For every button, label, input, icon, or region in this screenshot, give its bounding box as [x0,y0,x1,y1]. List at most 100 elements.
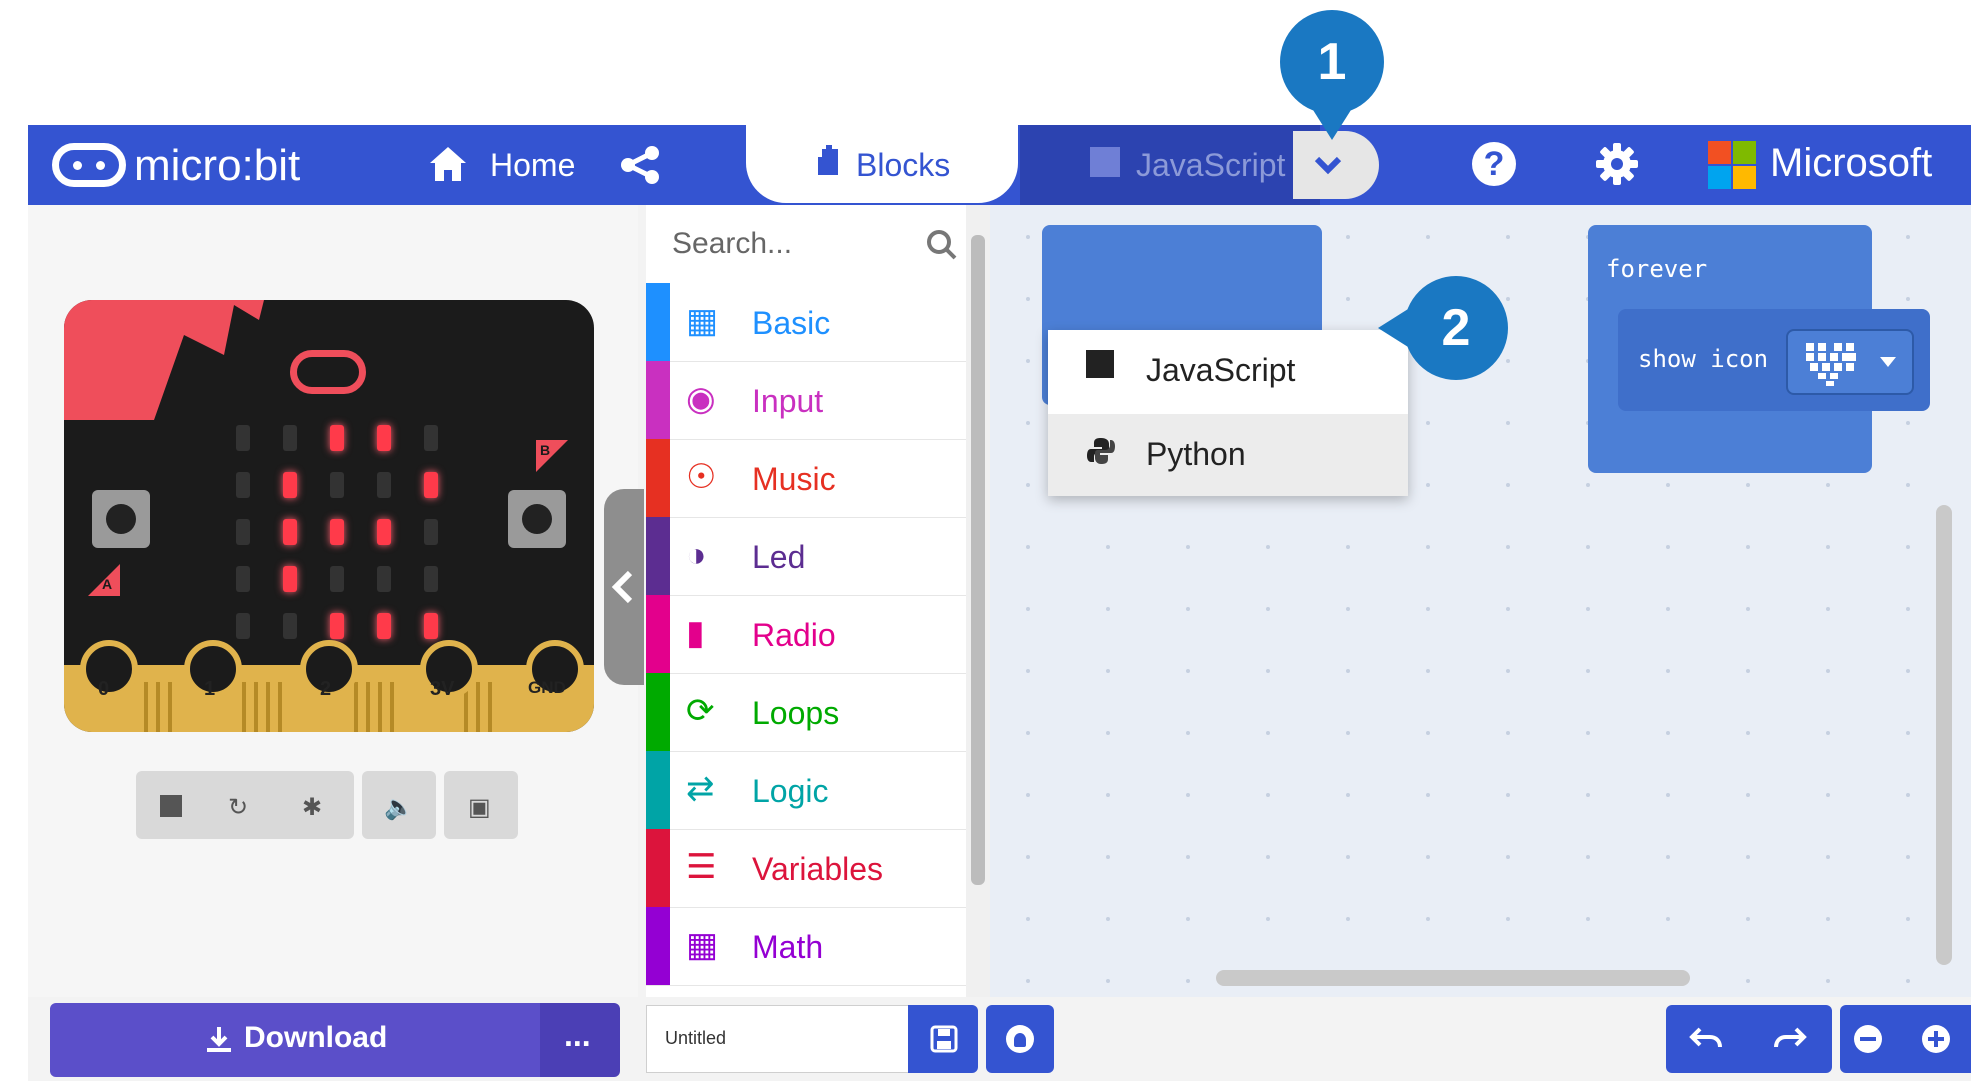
shuffle-icon: ⇄ [686,770,715,808]
workspace-grid-dot [1346,235,1350,239]
workspace-grid-dot [1506,421,1510,425]
show-icon-block[interactable]: show icon [1618,309,1930,411]
home-button[interactable]: Home [398,125,588,205]
workspace-grid-dot [1106,607,1110,611]
github-button[interactable] [986,1005,1054,1073]
workspace-grid-dot [1106,731,1110,735]
category-label: Variables [752,851,884,887]
tab-javascript[interactable]: JavaScript [1020,125,1320,205]
toolbox-scrollbar-thumb[interactable] [971,235,985,885]
category-input[interactable]: ◉ Input [646,361,986,440]
workspace-grid-dot [1026,669,1030,673]
category-variables[interactable]: ☰ Variables [646,829,986,908]
category-led[interactable]: ◑ Led [646,517,986,596]
led [377,472,391,498]
help-icon[interactable]: ? [1472,142,1516,186]
workspace-grid-dot [1026,917,1030,921]
category-label: Radio [752,617,836,653]
icon-picker-dropdown[interactable] [1786,329,1914,395]
workspace-grid-dot [1906,731,1910,735]
workspace-grid-dot [1906,297,1910,301]
microbit-logo-icon [52,143,126,187]
category-math[interactable]: ▦ Math [646,907,986,986]
workspace-grid-dot [1826,483,1830,487]
workspace-grid-dot [1506,669,1510,673]
share-icon[interactable] [618,145,662,185]
workspace-grid-dot [1826,545,1830,549]
grid-icon: ▦ [686,302,719,340]
workspace-grid-dot [1586,483,1590,487]
workspace-grid-dot [1586,669,1590,673]
restart-icon[interactable]: ↻ [228,793,248,822]
github-icon [1006,1025,1034,1053]
tab-blocks[interactable]: Blocks [746,125,1018,203]
toggle-icon: ◑ [686,536,707,574]
workspace-vertical-scrollbar[interactable] [1936,505,1952,965]
workspace-grid-dot [1426,483,1430,487]
button-b[interactable] [508,490,566,548]
toolbox-search[interactable]: Search... [646,205,986,283]
led [283,519,297,545]
microsoft-logo-icon[interactable] [1708,141,1756,189]
menu-item-python[interactable]: Python [1048,414,1408,496]
category-basic[interactable]: ▦ Basic [646,283,986,362]
category-logic[interactable]: ⇄ Logic [646,751,986,830]
tab-javascript-label: JavaScript [1136,147,1286,183]
category-label: Logic [752,773,829,809]
search-input[interactable]: Search... [672,227,792,261]
workspace-grid-dot [1746,917,1750,921]
workspace-horizontal-scrollbar[interactable] [1216,970,1690,986]
workspace-grid-dot [1106,917,1110,921]
redo-icon[interactable] [1772,1021,1808,1057]
search-icon[interactable] [926,229,958,261]
workspace-grid-dot [1186,793,1190,797]
target-icon: ◉ [686,380,716,418]
download-button[interactable]: Download [50,1003,540,1077]
save-button[interactable] [908,1005,978,1073]
workspace-grid-dot [1026,235,1030,239]
workspace-grid-dot [1906,917,1910,921]
collapse-simulator-button[interactable] [604,489,644,685]
button-a[interactable] [92,490,150,548]
category-loops[interactable]: ⟳ Loops [646,673,986,752]
zoom-in-icon[interactable] [1922,1025,1950,1053]
workspace-grid-dot [1586,545,1590,549]
workspace-grid-dot [1266,669,1270,673]
logo-touch-sensor[interactable] [290,350,366,394]
workspace-grid-dot [1426,669,1430,673]
workspace-grid-dot [1026,297,1030,301]
zoom-out-icon[interactable] [1854,1025,1882,1053]
led [283,613,297,639]
fullscreen-icon[interactable]: ▣ [468,793,491,822]
workspace-grid-dot [1426,545,1430,549]
calculator-icon: ▦ [686,926,719,964]
debug-icon[interactable]: ✱ [302,793,322,822]
project-name-input[interactable]: Untitled [646,1005,926,1073]
workspace-grid-dot [1106,669,1110,673]
top-bar: micro:bit Home Blocks JavaScript ? Micro… [28,125,1971,205]
category-label: Input [752,383,824,419]
workspace-grid-dot [1026,545,1030,549]
gear-icon[interactable] [1594,141,1640,187]
workspace-grid-dot [1506,855,1510,859]
undo-icon[interactable] [1688,1021,1724,1057]
js-icon [1086,350,1114,378]
brand-logo[interactable]: micro:bit [28,125,348,205]
stop-icon[interactable] [160,795,182,817]
category-music[interactable]: ☉ Music [646,439,986,518]
led [377,613,391,639]
workspace-grid-dot [1426,607,1430,611]
menu-item-javascript[interactable]: JavaScript [1048,330,1408,412]
workspace-grid-dot [1106,979,1110,983]
category-label: Basic [752,305,831,341]
speaker-icon[interactable]: 🔈 [384,793,414,822]
chevron-down-icon [1314,156,1342,175]
workspace-grid-dot [1426,855,1430,859]
microsoft-label: Microsoft [1770,141,1933,185]
workspace-grid-dot [1346,731,1350,735]
simulator-panel: A B 0 1 2 3V GND ↻ ✱ 🔈 ▣ [28,205,638,997]
category-radio[interactable]: ▮ Radio [646,595,986,674]
workspace-grid-dot [1186,917,1190,921]
button-b-label: B [540,442,551,458]
download-more-button[interactable]: ... [540,1003,620,1077]
